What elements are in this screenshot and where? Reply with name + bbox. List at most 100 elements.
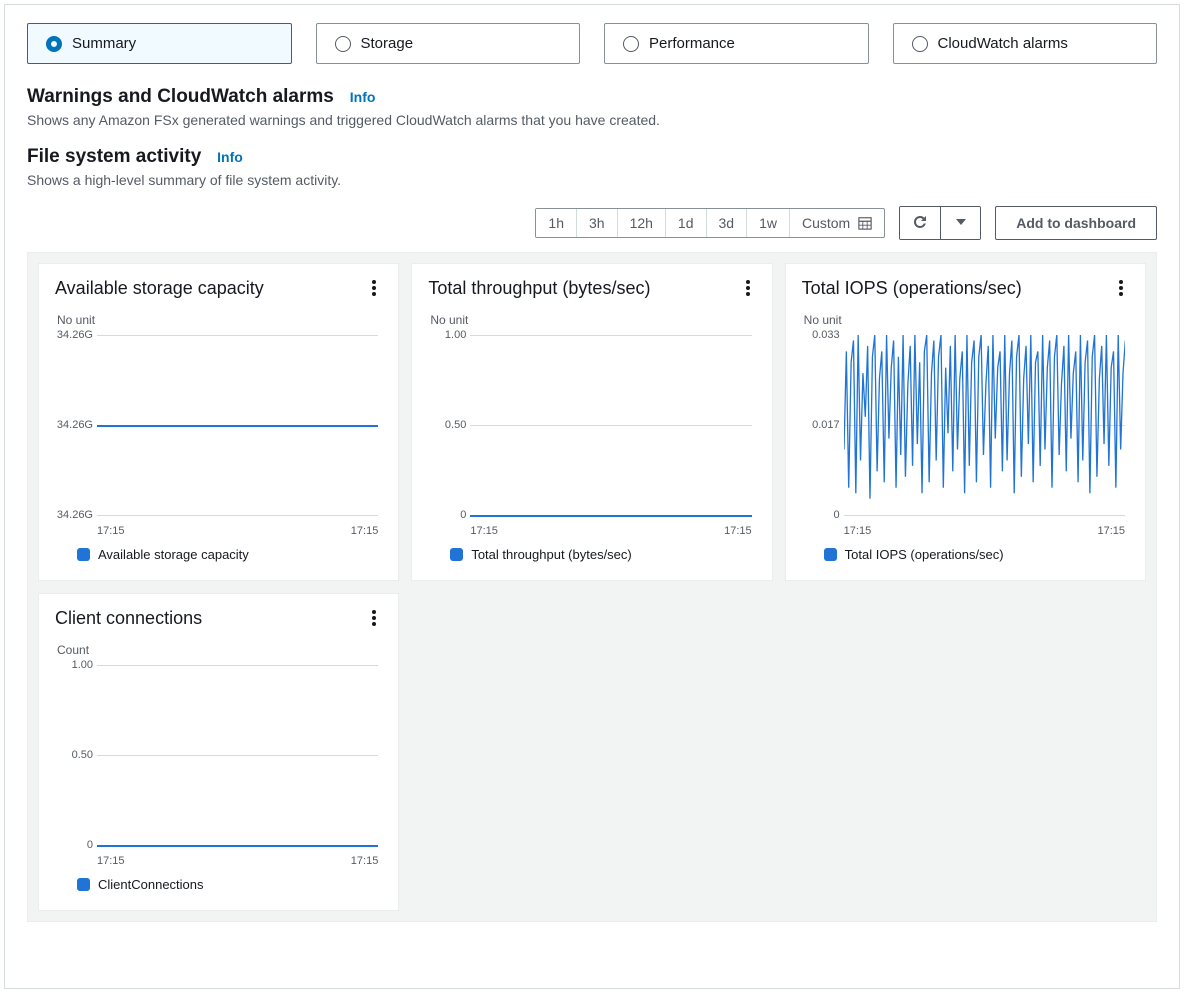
calendar-icon — [858, 216, 872, 230]
legend-swatch — [77, 878, 90, 891]
gridline — [470, 335, 751, 336]
xtick: 17:15 — [1097, 525, 1125, 537]
info-link[interactable]: Info — [217, 149, 243, 165]
tab-performance[interactable]: Performance — [604, 23, 869, 64]
tab-label: Storage — [361, 35, 414, 52]
ytick: 34.26G — [47, 509, 93, 521]
radio-icon — [46, 36, 62, 52]
xtick: 17:15 — [470, 525, 498, 537]
panel-unit: Count — [55, 643, 382, 657]
range-3d[interactable]: 3d — [706, 209, 747, 237]
legend-label: ClientConnections — [98, 877, 204, 892]
ytick: 0 — [420, 509, 466, 521]
section-warnings: Warnings and CloudWatch alarms Info Show… — [27, 86, 1157, 128]
range-12h[interactable]: 12h — [617, 209, 665, 237]
data-line — [844, 335, 1125, 515]
data-line — [97, 845, 378, 847]
panel-unit: No unit — [428, 313, 755, 327]
tab-label: Performance — [649, 35, 735, 52]
time-range-group: 1h 3h 12h 1d 3d 1w Custom — [535, 208, 885, 238]
gridline — [97, 755, 378, 756]
ytick: 34.26G — [47, 329, 93, 341]
panel-storage: Available storage capacity No unit 34.26… — [38, 263, 399, 581]
panels-row-1: Available storage capacity No unit 34.26… — [38, 263, 1146, 581]
ytick: 34.26G — [47, 419, 93, 431]
panel-menu-button[interactable] — [364, 278, 384, 298]
refresh-icon — [912, 214, 928, 233]
gridline — [97, 335, 378, 336]
panel-title: Total IOPS (operations/sec) — [802, 278, 1129, 299]
gridline — [97, 515, 378, 516]
section-title: File system activity — [27, 146, 201, 167]
chart-storage: 34.26G 34.26G 34.26G 17:15 17:15 — [97, 335, 378, 515]
tab-summary[interactable]: Summary — [27, 23, 292, 64]
panel-unit: No unit — [802, 313, 1129, 327]
panel-title: Total throughput (bytes/sec) — [428, 278, 755, 299]
xtick: 17:15 — [351, 525, 379, 537]
chart-throughput: 1.00 0.50 0 17:15 17:15 — [470, 335, 751, 515]
refresh-split-button — [899, 206, 981, 240]
ytick: 0.50 — [420, 419, 466, 431]
chart-clients: 1.00 0.50 0 17:15 17:15 — [97, 665, 378, 845]
caret-down-icon — [955, 216, 967, 231]
xtick: 17:15 — [351, 855, 379, 867]
panel-title: Available storage capacity — [55, 278, 382, 299]
legend-swatch — [77, 548, 90, 561]
panel-clients: Client connections Count 1.00 0.50 0 17:… — [38, 593, 399, 911]
xtick: 17:15 — [97, 855, 125, 867]
gridline — [97, 665, 378, 666]
ytick: 1.00 — [420, 329, 466, 341]
range-1h[interactable]: 1h — [536, 209, 576, 237]
legend-label: Total IOPS (operations/sec) — [845, 547, 1004, 562]
panel-throughput: Total throughput (bytes/sec) No unit 1.0… — [411, 263, 772, 581]
x-axis: 17:15 17:15 — [97, 525, 378, 537]
legend: ClientConnections — [55, 877, 382, 892]
tab-label: Summary — [72, 35, 136, 52]
panels-area: Available storage capacity No unit 34.26… — [27, 252, 1157, 922]
gridline — [470, 425, 751, 426]
section-desc: Shows any Amazon FSx generated warnings … — [27, 112, 1157, 128]
legend-label: Available storage capacity — [98, 547, 249, 562]
range-custom-label: Custom — [802, 215, 850, 231]
info-link[interactable]: Info — [350, 89, 376, 105]
xtick: 17:15 — [844, 525, 872, 537]
tab-storage[interactable]: Storage — [316, 23, 581, 64]
ytick: 0.017 — [794, 419, 840, 431]
radio-icon — [623, 36, 639, 52]
ytick: 0 — [47, 839, 93, 851]
ytick: 0.033 — [794, 329, 840, 341]
chart-iops: 0.033 0.017 0 17:15 17:15 — [844, 335, 1125, 515]
panel-unit: No unit — [55, 313, 382, 327]
panel-menu-button[interactable] — [1111, 278, 1131, 298]
data-line — [97, 425, 378, 427]
gridline — [844, 515, 1125, 516]
xtick: 17:15 — [724, 525, 752, 537]
range-3h[interactable]: 3h — [576, 209, 617, 237]
range-1d[interactable]: 1d — [665, 209, 706, 237]
refresh-button[interactable] — [900, 207, 940, 239]
monitoring-page: Summary Storage Performance CloudWatch a… — [4, 4, 1180, 989]
data-line — [470, 515, 751, 517]
legend: Available storage capacity — [55, 547, 382, 562]
x-axis: 17:15 17:15 — [844, 525, 1125, 537]
range-1w[interactable]: 1w — [746, 209, 789, 237]
ytick: 0 — [794, 509, 840, 521]
panels-row-2: Client connections Count 1.00 0.50 0 17:… — [38, 593, 1146, 911]
x-axis: 17:15 17:15 — [97, 855, 378, 867]
legend-swatch — [450, 548, 463, 561]
panel-title: Client connections — [55, 608, 382, 629]
legend-label: Total throughput (bytes/sec) — [471, 547, 631, 562]
panel-menu-button[interactable] — [364, 608, 384, 628]
activity-toolbar: 1h 3h 12h 1d 3d 1w Custom — [27, 206, 1157, 240]
ytick: 0.50 — [47, 749, 93, 761]
legend: Total throughput (bytes/sec) — [428, 547, 755, 562]
panel-menu-button[interactable] — [738, 278, 758, 298]
section-desc: Shows a high-level summary of file syste… — [27, 172, 1157, 188]
range-custom[interactable]: Custom — [789, 209, 884, 237]
tab-cloudwatch-alarms[interactable]: CloudWatch alarms — [893, 23, 1158, 64]
refresh-menu-button[interactable] — [940, 207, 980, 239]
legend-swatch — [824, 548, 837, 561]
add-to-dashboard-button[interactable]: Add to dashboard — [995, 206, 1157, 240]
legend: Total IOPS (operations/sec) — [802, 547, 1129, 562]
section-activity: File system activity Info Shows a high-l… — [27, 146, 1157, 188]
